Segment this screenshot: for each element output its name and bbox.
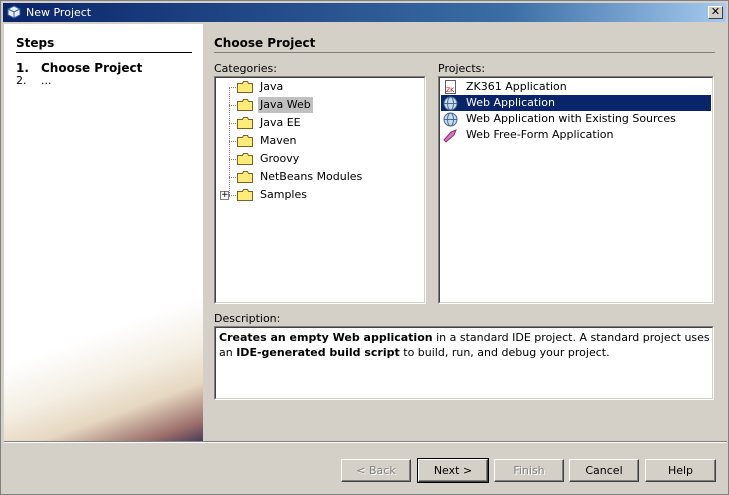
step-number: 2. xyxy=(16,74,27,87)
folder-icon xyxy=(237,153,253,165)
step-number: 1. xyxy=(16,61,29,75)
finish-button[interactable]: Finish xyxy=(494,459,564,482)
steps-heading: Steps xyxy=(16,36,192,53)
steps-panel: Steps 1. Choose Project 2.... xyxy=(4,24,203,441)
description-label: Description: xyxy=(214,312,281,325)
project-zk361-application[interactable]: ZK ZK361 Application xyxy=(441,79,711,95)
next-button[interactable]: Next > xyxy=(417,458,489,483)
cancel-button[interactable]: Cancel xyxy=(569,459,639,482)
zk-project-icon: ZK xyxy=(445,80,456,94)
netbeans-cube-icon xyxy=(7,5,21,19)
folder-icon xyxy=(237,189,253,201)
folder-icon xyxy=(237,135,253,147)
folder-icon xyxy=(237,171,253,183)
title-bar[interactable]: New Project ✕ xyxy=(3,3,726,22)
categories-tree[interactable]: Java Java Web Java EE Maven Groovy NetBe… xyxy=(214,76,426,304)
step-label: ... xyxy=(41,74,52,87)
projects-label: Projects: xyxy=(438,62,486,75)
description-box: Creates an empty Web application in a st… xyxy=(214,326,714,400)
project-web-application-existing-sources[interactable]: Web Application with Existing Sources xyxy=(441,111,711,127)
step-2: 2.... xyxy=(16,74,52,87)
description-text: Creates an empty Web application in a st… xyxy=(219,331,710,359)
folder-icon xyxy=(237,117,253,129)
projects-list[interactable]: ZK ZK361 Application Web Application Web… xyxy=(438,76,714,304)
folder-icon xyxy=(237,99,253,111)
content-panel: Choose Project Categories: Projects: Jav… xyxy=(203,24,727,441)
svg-text:ZK: ZK xyxy=(446,87,455,94)
window-title: New Project xyxy=(26,6,92,19)
project-web-application[interactable]: Web Application xyxy=(441,95,711,111)
expand-icon[interactable]: + xyxy=(220,191,229,200)
categories-label: Categories: xyxy=(214,62,277,75)
step-label: Choose Project xyxy=(41,61,143,75)
step-1: 1. Choose Project xyxy=(16,61,142,75)
back-button[interactable]: < Back xyxy=(341,459,411,482)
globe-icon xyxy=(443,112,458,127)
folder-icon xyxy=(237,81,253,93)
help-button[interactable]: Help xyxy=(645,459,716,482)
separator xyxy=(4,441,727,443)
new-project-dialog: New Project ✕ Steps 1. Choose Project 2..… xyxy=(0,0,729,495)
globe-icon xyxy=(443,96,458,111)
close-icon: ✕ xyxy=(710,5,721,18)
freeform-icon xyxy=(443,129,457,143)
close-button[interactable]: ✕ xyxy=(708,6,723,19)
page-title: Choose Project xyxy=(214,36,715,53)
project-web-free-form-application[interactable]: Web Free-Form Application xyxy=(441,127,711,143)
